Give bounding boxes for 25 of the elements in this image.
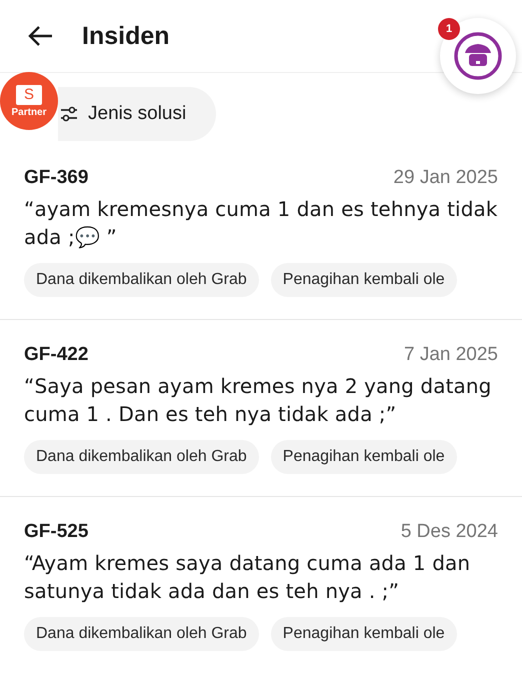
partner-logo[interactable]: S Partner xyxy=(0,72,58,130)
page-title: Insiden xyxy=(82,22,170,50)
partner-label: Partner xyxy=(11,106,46,118)
filter-icon xyxy=(60,106,78,122)
store-icon xyxy=(453,31,503,81)
incident-id: GF-422 xyxy=(24,344,88,366)
partner-letter: S xyxy=(16,84,42,104)
solution-tag: Dana dikembalikan oleh Grab xyxy=(24,440,259,474)
solution-tag: Penagihan kembali ole xyxy=(270,617,457,651)
store-button[interactable] xyxy=(440,18,516,94)
solution-tag: Penagihan kembali ole xyxy=(270,440,457,474)
solution-tag: Penagihan kembali ole xyxy=(270,263,457,297)
incident-id: GF-525 xyxy=(24,521,88,543)
incident-date: 7 Jan 2025 xyxy=(404,344,498,366)
solution-tag: Dana dikembalikan oleh Grab xyxy=(24,617,259,651)
filter-chip[interactable]: Jenis solusi xyxy=(58,87,216,141)
customer-comment: “ayam kremesnya cuma 1 dan es tehnya tidak ada ;💬 ” xyxy=(24,196,498,251)
incident-id: GF-369 xyxy=(24,167,88,189)
customer-comment: “Ayam kremes saya datang cuma ada 1 dan satunya tidak ada dan es teh nya . ;” xyxy=(24,550,472,605)
incident-date: 5 Des 2024 xyxy=(400,521,498,543)
back-arrow-icon xyxy=(27,25,53,47)
customer-comment: “Saya pesan ayam kremes nya 2 yang datang cuma 1 . Dan es teh nya tidak ada ;” xyxy=(24,373,492,428)
solution-tag: Dana dikembalikan oleh Grab xyxy=(24,263,259,297)
incident-date: 29 Jan 2025 xyxy=(393,167,498,189)
notification-badge: 1 xyxy=(438,18,460,40)
